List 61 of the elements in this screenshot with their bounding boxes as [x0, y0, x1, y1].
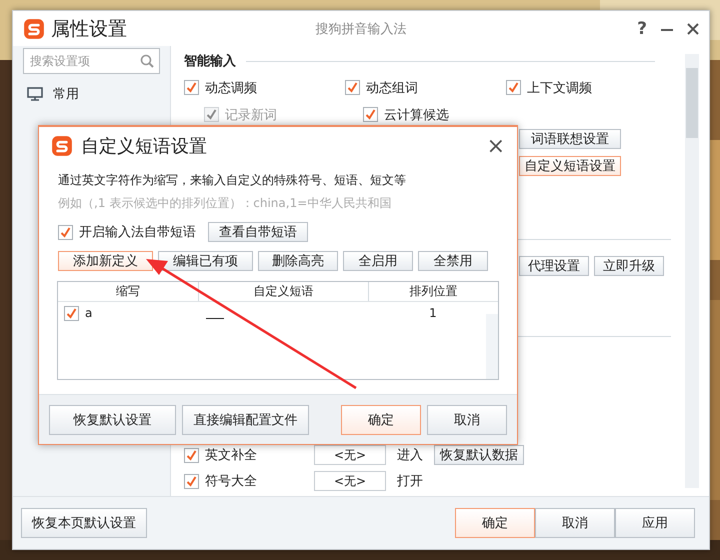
dialog-button[interactable]: 直接编辑配置文件 — [182, 404, 309, 434]
sidebar-item[interactable]: 常用 — [23, 74, 160, 114]
help-button[interactable]: ? — [637, 18, 647, 38]
option-label: 动态组词 — [366, 80, 418, 96]
app-logo-icon — [23, 18, 45, 40]
settings-button[interactable]: 词语联想设置 — [519, 129, 621, 149]
search-field[interactable]: 搜索设置项 — [23, 48, 160, 74]
example-text: 例如（,1 表示候选中的排列位置）：china,1=中华人民共和国 — [58, 195, 392, 212]
checkbox[interactable] — [58, 224, 73, 240]
hotkey-field[interactable]: <无> — [314, 445, 386, 465]
option-label: 开启输入法自带短语 — [79, 224, 196, 241]
settings-button[interactable]: 自定义短语设置 — [519, 156, 621, 176]
option-label: 英文补全 — [205, 447, 257, 464]
action-label: 打开 — [397, 473, 423, 490]
action-button[interactable]: 全禁用 — [418, 251, 488, 271]
checkbox[interactable] — [345, 80, 360, 95]
checkbox[interactable] — [64, 306, 79, 320]
dialog-button[interactable]: 确定 — [341, 404, 421, 434]
scrollbar[interactable] — [685, 54, 699, 488]
table-cell: a — [85, 306, 92, 320]
option-label: 上下文调频 — [527, 80, 592, 96]
action-button[interactable]: 删除高亮 — [258, 251, 338, 271]
table-cell-text: 1 — [428, 306, 438, 320]
action-button[interactable]: 添加新定义 — [58, 251, 153, 271]
view-phrases-button[interactable]: 查看自带短语 — [208, 222, 308, 242]
column-header: 排列位置 — [368, 282, 498, 301]
footer-button[interactable]: 确定 — [455, 508, 535, 538]
checkbox[interactable] — [184, 80, 199, 95]
footer-button[interactable]: 应用 — [615, 508, 695, 538]
close-icon[interactable] — [687, 22, 699, 34]
checkbox[interactable] — [184, 448, 199, 462]
column-header: 缩写 — [115, 283, 141, 300]
dialog-title: 自定义短语设置 — [81, 135, 207, 158]
option-label: 记录新词 — [225, 106, 277, 124]
settings-button[interactable]: 代理设置 — [519, 256, 589, 276]
action-button[interactable]: 编辑已有项 — [158, 251, 253, 271]
dialog-button[interactable]: 取消 — [427, 404, 507, 434]
settings-button[interactable]: 立即升级 — [594, 256, 664, 276]
checkbox[interactable] — [506, 80, 521, 95]
description-text: 通过英文字符作为缩写，来输入自定义的特殊符号、短语、短文等 — [58, 172, 407, 189]
restore-data-button[interactable]: 恢复默认数据 — [434, 445, 524, 465]
search-icon — [140, 54, 154, 68]
app-logo-icon — [51, 135, 73, 157]
section-title: 智能输入 — [184, 52, 236, 70]
option-label: 符号大全 — [205, 473, 257, 490]
monitor-icon — [27, 87, 43, 101]
footer-button[interactable]: 取消 — [535, 508, 615, 538]
option-label: 云计算候选 — [384, 106, 449, 124]
action-label: 进入 — [397, 447, 423, 464]
action-button[interactable]: 全启用 — [343, 251, 413, 271]
scrollbar[interactable] — [486, 314, 498, 379]
column-header: 自定义短语 — [198, 282, 368, 301]
hotkey-field[interactable]: <无> — [314, 471, 386, 491]
checkbox[interactable] — [184, 474, 199, 488]
dialog-button[interactable]: 恢复默认设置 — [49, 404, 176, 434]
restore-page-defaults-button[interactable]: 恢复本页默认设置 — [21, 508, 147, 538]
close-button[interactable]: × — [486, 134, 505, 158]
window-title: 属性设置 — [51, 16, 127, 42]
option-label: 动态调频 — [205, 80, 257, 96]
checkbox[interactable] — [363, 107, 378, 122]
app-name: 搜狗拼音输入法 — [316, 20, 406, 38]
